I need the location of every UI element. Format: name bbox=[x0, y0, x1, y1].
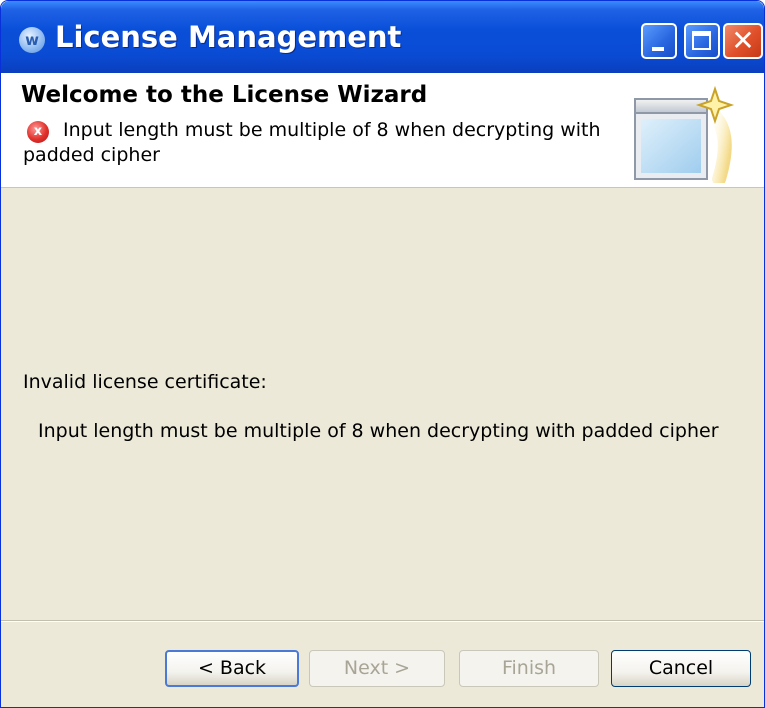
app-icon: w bbox=[19, 27, 45, 53]
wizard-content: Invalid license certificate: Input lengt… bbox=[1, 188, 764, 621]
close-icon: ✕ bbox=[731, 24, 755, 57]
window-title: License Management bbox=[55, 20, 402, 54]
finish-button[interactable]: Finish bbox=[459, 650, 599, 687]
close-button[interactable]: ✕ bbox=[723, 23, 763, 59]
license-management-window: w License Management ✕ Welcome to the Li… bbox=[0, 0, 765, 708]
wizard-header: Welcome to the License Wizard x Input le… bbox=[1, 73, 764, 188]
error-icon: x bbox=[27, 121, 49, 143]
maximize-button[interactable] bbox=[684, 23, 720, 59]
cancel-button[interactable]: Cancel bbox=[611, 650, 751, 687]
header-error-line2: padded cipher bbox=[23, 144, 160, 166]
certificate-error-message: Input length must be multiple of 8 when … bbox=[38, 420, 719, 442]
wizard-title: Welcome to the License Wizard bbox=[21, 82, 428, 108]
footer-separator bbox=[1, 621, 764, 622]
minimize-button[interactable] bbox=[641, 23, 677, 59]
back-button[interactable]: < Back bbox=[165, 650, 299, 687]
invalid-certificate-label: Invalid license certificate: bbox=[23, 371, 267, 393]
next-button[interactable]: Next > bbox=[309, 650, 445, 687]
title-bar[interactable]: w License Management ✕ bbox=[1, 1, 764, 73]
wizard-banner-icon bbox=[634, 85, 735, 183]
header-error-line1: Input length must be multiple of 8 when … bbox=[63, 119, 601, 141]
header-error-message: Input length must be multiple of 8 when … bbox=[23, 118, 603, 168]
